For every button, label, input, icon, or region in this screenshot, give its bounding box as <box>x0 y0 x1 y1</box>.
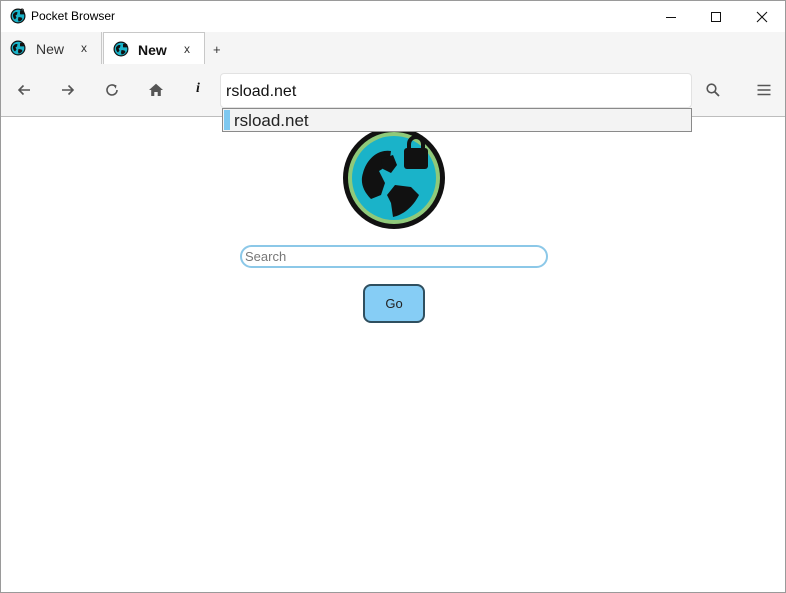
globe-lock-logo <box>343 127 445 229</box>
forward-button[interactable] <box>56 78 80 102</box>
tab-close-button[interactable]: x <box>184 42 190 56</box>
search-input[interactable] <box>240 245 548 268</box>
home-button[interactable] <box>144 78 168 102</box>
close-icon <box>756 11 768 22</box>
tab-new-2-active[interactable]: New x <box>103 32 205 65</box>
search-icon <box>706 83 720 97</box>
home-icon <box>149 83 163 96</box>
autocomplete-suggestion[interactable]: rsload.net <box>234 111 309 131</box>
go-button[interactable]: Go <box>363 284 425 323</box>
minimize-icon <box>666 16 676 18</box>
maximize-button[interactable] <box>693 1 739 32</box>
hamburger-menu-icon <box>757 84 771 96</box>
site-info-icon[interactable]: i <box>196 81 200 97</box>
minimize-button[interactable] <box>648 1 694 32</box>
search-button[interactable] <box>701 78 725 102</box>
new-tab-button[interactable]: + <box>213 42 221 57</box>
maximize-icon <box>711 11 721 22</box>
globe-tab-icon <box>113 41 129 57</box>
window-title: Pocket Browser <box>31 9 116 23</box>
back-button[interactable] <box>12 78 36 102</box>
globe-tab-icon <box>10 40 26 56</box>
close-window-button[interactable] <box>739 1 785 32</box>
browser-window: Pocket Browser New x New x + i rsload.ne… <box>0 0 786 593</box>
reload-icon <box>106 84 118 96</box>
arrow-right-icon <box>62 84 75 96</box>
autocomplete-dropdown: rsload.net <box>222 108 692 132</box>
menu-button[interactable] <box>752 78 776 102</box>
tab-label: New <box>36 41 65 57</box>
title-bar: Pocket Browser <box>1 1 785 32</box>
globe-app-icon <box>10 8 26 24</box>
selection-highlight <box>224 110 230 130</box>
address-bar[interactable]: rsload.net <box>220 73 692 108</box>
tab-new-1[interactable]: New x <box>1 32 102 64</box>
tab-close-button[interactable]: x <box>81 41 87 55</box>
tab-label: New <box>138 42 167 58</box>
arrow-left-icon <box>17 84 30 96</box>
reload-button[interactable] <box>100 78 124 102</box>
tab-strip: New x New x <box>1 32 785 65</box>
